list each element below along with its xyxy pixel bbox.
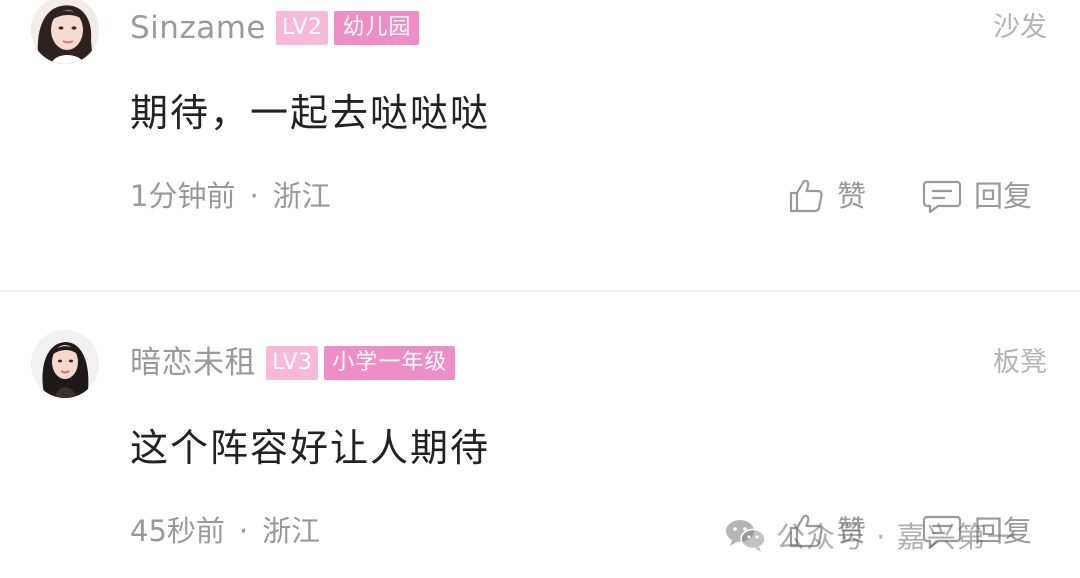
reply-button[interactable]: 回复 — [922, 509, 1032, 553]
comment-time: 45秒前 — [130, 514, 225, 548]
meta-separator: · — [249, 179, 259, 213]
level-badge: LV3 — [266, 346, 319, 380]
thumbs-up-icon — [789, 514, 823, 548]
like-label: 赞 — [837, 179, 867, 213]
comment-location: 浙江 — [272, 179, 331, 213]
comment-header: Sinzame LV2 幼儿园 — [130, 8, 420, 48]
meta-separator: · — [238, 514, 249, 548]
comment-meta: 1分钟前 · 浙江 — [130, 176, 331, 216]
floor-label: 沙发 — [993, 12, 1047, 43]
like-button[interactable]: 赞 — [787, 509, 866, 553]
comment-time: 1分钟前 — [130, 179, 236, 213]
avatar[interactable] — [31, 330, 99, 398]
comment-header: 暗恋未租 LV3 小学一年级 — [130, 343, 456, 383]
comment-item: Sinzame LV2 幼儿园 沙发 期待，一起去哒哒哒 1分钟前 · 浙江 赞 回… — [0, 0, 1080, 290]
like-label: 赞 — [837, 514, 867, 548]
avatar-image — [31, 330, 99, 398]
grade-badge: 幼儿园 — [334, 11, 420, 45]
avatar-image — [31, 0, 99, 64]
avatar[interactable] — [31, 0, 99, 64]
comment-text: 期待，一起去哒哒哒 — [130, 91, 491, 135]
comment-meta: 45秒前 · 浙江 — [130, 511, 320, 551]
comment-location: 浙江 — [262, 514, 321, 548]
level-badge: LV2 — [275, 11, 329, 45]
like-button[interactable]: 赞 — [787, 174, 866, 218]
comment-item: 暗恋未租 LV3 小学一年级 板凳 这个阵容好让人期待 45秒前 · 浙江 赞 回复 — [0, 292, 1080, 578]
comments-page: Sinzame LV2 幼儿园 沙发 期待，一起去哒哒哒 1分钟前 · 浙江 赞 回… — [0, 0, 1080, 578]
floor-label: 板凳 — [993, 347, 1047, 378]
grade-badge: 小学一年级 — [324, 346, 456, 380]
reply-button[interactable]: 回复 — [922, 174, 1032, 218]
comment-bubble-icon — [922, 515, 962, 549]
thumbs-up-icon — [789, 179, 823, 213]
username[interactable]: 暗恋未租 — [130, 343, 256, 383]
reply-label: 回复 — [974, 514, 1033, 548]
comment-bubble-icon — [922, 180, 962, 214]
username[interactable]: Sinzame — [130, 8, 266, 48]
reply-label: 回复 — [974, 179, 1033, 213]
comment-text: 这个阵容好让人期待 — [130, 426, 491, 470]
